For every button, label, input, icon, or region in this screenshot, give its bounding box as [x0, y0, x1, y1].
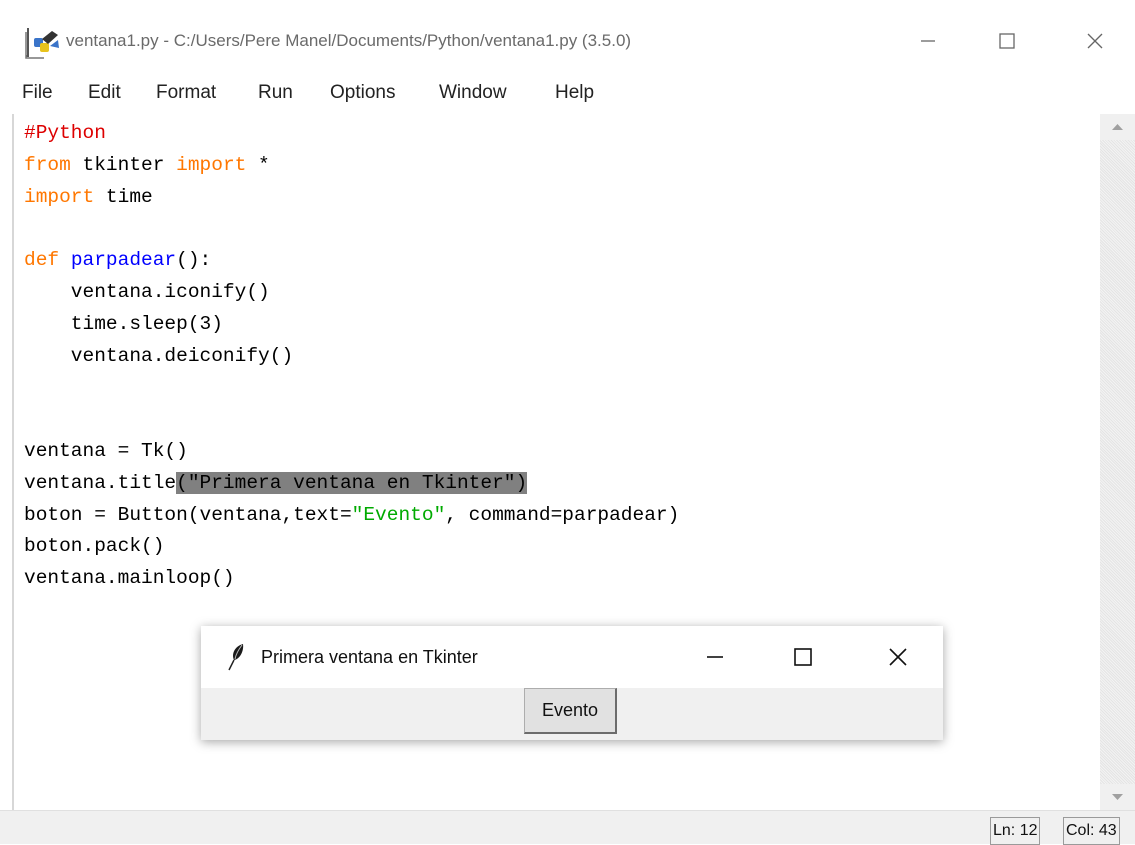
function-name: parpadear	[70, 249, 177, 272]
code-line-15: ventana.mainloop()	[24, 567, 235, 590]
code-line-8: ventana.deiconify()	[24, 344, 294, 367]
idle-file-icon	[25, 28, 59, 59]
keyword-import: import	[24, 185, 95, 208]
column-number: Col: 43	[1063, 817, 1120, 845]
code-line-3: import time	[24, 185, 153, 208]
evento-button[interactable]: Evento	[524, 688, 617, 734]
feather-icon	[228, 644, 244, 671]
code-line-6: ventana.iconify()	[24, 280, 270, 303]
menu-bar: File Edit Format Run Options Window Help	[0, 76, 1135, 114]
menu-run[interactable]: Run	[258, 82, 293, 104]
menu-format[interactable]: Format	[156, 82, 216, 104]
menu-edit[interactable]: Edit	[88, 82, 121, 104]
keyword-from: from	[24, 153, 71, 176]
tk-minimize-icon[interactable]	[701, 644, 729, 670]
code-line-5: def parpadear():	[24, 249, 212, 272]
scroll-down-icon[interactable]	[1100, 784, 1135, 810]
title-bar: ventana1.py - C:/Users/Pere Manel/Docume…	[0, 0, 1135, 76]
string-token: "Evento"	[351, 503, 446, 526]
window-title: ventana1.py - C:/Users/Pere Manel/Docume…	[66, 31, 632, 50]
tk-close-icon[interactable]	[884, 644, 912, 670]
close-icon[interactable]	[1080, 28, 1110, 54]
minimize-icon[interactable]	[913, 28, 943, 54]
menu-options[interactable]: Options	[330, 82, 395, 104]
menu-help[interactable]: Help	[555, 82, 594, 104]
keyword-import: import	[176, 153, 247, 176]
vertical-scrollbar[interactable]	[1100, 114, 1135, 810]
code-line-14: boton.pack()	[24, 535, 165, 558]
menu-file[interactable]: File	[22, 82, 53, 104]
keyword-def: def	[24, 249, 60, 272]
tk-maximize-icon[interactable]	[789, 644, 817, 670]
tkinter-window: Primera ventana en Tkinter Evento	[201, 626, 943, 740]
menu-window[interactable]: Window	[439, 82, 507, 104]
comment-token: #Python	[24, 122, 106, 144]
selected-text[interactable]: ("Primera ventana en Tkinter")	[176, 471, 528, 494]
code-line-7: time.sleep(3)	[24, 312, 223, 335]
code-line-2: from tkinter import *	[24, 153, 270, 176]
code-line-13: boton = Button(ventana,text="Evento", co…	[24, 503, 680, 526]
code-line-11: ventana = Tk()	[24, 439, 188, 462]
scroll-up-icon[interactable]	[1100, 114, 1135, 140]
code-line-12: ventana.title("Primera ventana en Tkinte…	[24, 471, 528, 494]
tk-window-title: Primera ventana en Tkinter	[261, 647, 478, 667]
maximize-icon[interactable]	[992, 28, 1022, 54]
line-number: Ln: 12	[990, 817, 1041, 845]
status-bar: Ln: 12 Col: 43	[0, 810, 1135, 845]
tk-title-bar: Primera ventana en Tkinter	[201, 626, 943, 688]
code-text[interactable]: #Python from tkinter import * import time d…	[24, 118, 679, 595]
code-line-1: #Python	[24, 118, 679, 150]
